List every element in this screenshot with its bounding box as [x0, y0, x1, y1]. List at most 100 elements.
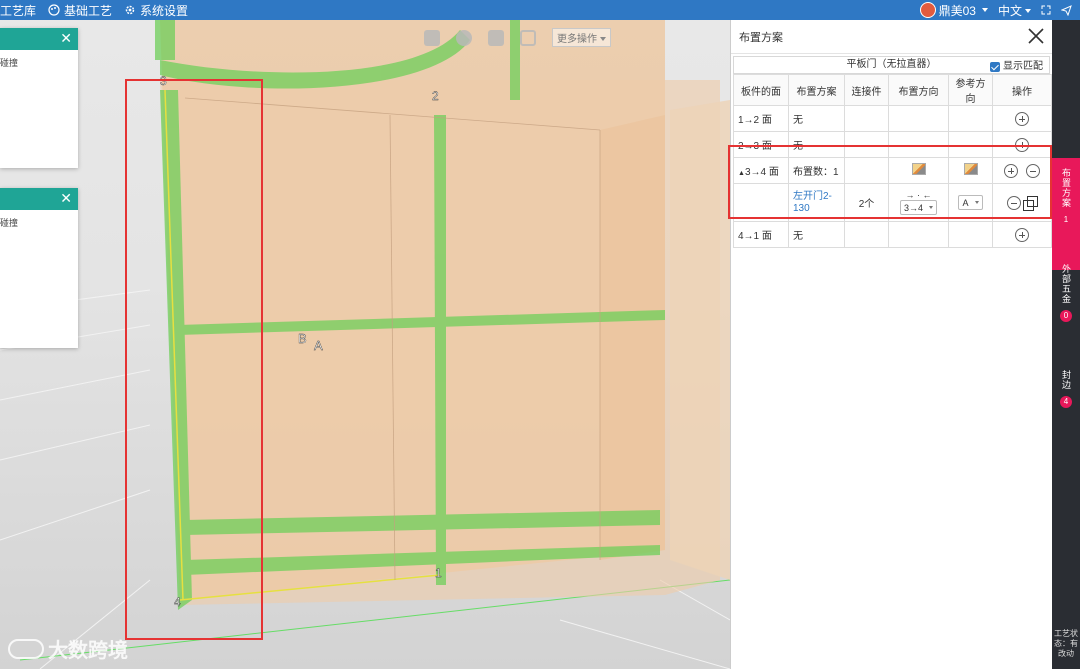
chevron-down-icon — [600, 37, 606, 42]
actions-cell — [992, 105, 1052, 132]
float-window-2-body: 碰撞 — [0, 218, 19, 228]
more-actions-label: 更多操作 — [557, 34, 597, 45]
direction-cell: → · ← 3→4 — [888, 183, 949, 222]
col-header-actions: 操作 — [992, 74, 1052, 106]
chevron-down-icon — [1025, 9, 1031, 14]
face-cell: 1→2 面 — [733, 105, 789, 132]
language-menu[interactable]: 中文 — [998, 2, 1031, 19]
remove-icon[interactable] — [1007, 195, 1021, 210]
face-cell: 2→3 面 — [733, 131, 789, 158]
close-icon[interactable]: ✕ — [60, 191, 72, 205]
tab-external-hardware-label: 外部五金 — [1061, 264, 1071, 304]
scheme-link[interactable]: 左开门2-130 — [793, 191, 832, 214]
door-type-label: 平板门（无拉直器） — [846, 59, 937, 70]
tab-layout-scheme-label: 布置方案 — [1061, 168, 1071, 208]
add-icon[interactable] — [1015, 111, 1029, 126]
nav-library-label: 工艺库 — [0, 3, 37, 18]
tab-external-hardware-count: 0 — [1060, 310, 1072, 322]
remove-icon[interactable] — [1026, 163, 1041, 178]
actions-cell — [992, 221, 1052, 248]
scheme-cell: 无 — [788, 105, 845, 132]
add-icon[interactable] — [1003, 163, 1018, 178]
face-cell[interactable]: ▲3→4 面 — [733, 157, 789, 184]
tab-layout-scheme-count: 1 — [1063, 215, 1069, 224]
vertex-label-3: 3 — [160, 74, 167, 88]
chevron-down-icon — [981, 8, 988, 12]
table-row-expanded: ▲3→4 面 布置数：1 — [733, 157, 1052, 184]
vertex-label-4: 4 — [174, 595, 181, 609]
direction-cell — [888, 131, 949, 158]
more-actions-button[interactable]: 更多操作 — [552, 28, 611, 47]
copy-icon[interactable] — [488, 29, 504, 46]
nav-basic-process[interactable]: 基础工艺 — [48, 2, 112, 19]
top-bar: 工艺库 基础工艺 系统设置 鼎美03 中文 — [0, 0, 1080, 20]
panel-title: 布置方案 — [739, 31, 783, 44]
watermark-text: 大数跨境 — [48, 640, 128, 662]
col-header-connector: 连接件 — [844, 74, 889, 106]
reference-cell — [948, 105, 993, 132]
right-door — [670, 100, 730, 580]
connector-cell — [844, 105, 889, 132]
main-nav: 工艺库 基础工艺 系统设置 — [0, 2, 200, 19]
reference-cell: A — [948, 183, 993, 222]
tab-edge-banding[interactable]: 封边 4 — [1052, 370, 1080, 420]
actions-cell — [992, 157, 1052, 184]
show-match-label: 显示匹配 — [1003, 61, 1043, 72]
vertex-label-2: 2 — [432, 89, 439, 103]
gear-icon — [125, 5, 135, 15]
direction-cell — [888, 105, 949, 132]
right-tab-rail: 布置方案 1 外部五金 0 封边 4 工艺状态：有改动 — [1052, 20, 1080, 669]
avatar — [919, 2, 936, 18]
face-label-b: B — [298, 331, 307, 346]
edit-icon[interactable] — [963, 163, 978, 175]
add-icon[interactable] — [1015, 227, 1029, 242]
top-bar-right: 鼎美03 中文 — [919, 0, 1072, 20]
float-window-1: ✕ 碰撞 — [0, 28, 78, 168]
reference-select[interactable]: A — [958, 195, 983, 210]
nav-library[interactable]: 工艺库 — [0, 2, 36, 19]
user-name: 鼎美03 — [938, 3, 976, 18]
connector-cell — [844, 221, 889, 248]
chevron-down-icon — [974, 201, 979, 204]
reference-cell — [948, 221, 993, 248]
direction-cell — [888, 221, 949, 248]
target-icon[interactable] — [456, 29, 472, 46]
tab-edge-banding-label: 封边 — [1061, 370, 1071, 390]
close-icon[interactable]: ✕ — [60, 31, 72, 45]
float-window-1-header: ✕ — [0, 28, 78, 50]
scheme-cell: 布置数：1 — [788, 157, 845, 184]
tab-edge-banding-count: 4 — [1060, 396, 1072, 408]
table-row: 2→3 面 无 — [733, 131, 1052, 158]
send-icon[interactable] — [1061, 4, 1072, 16]
collapse-triangle-icon: ▲ — [738, 170, 745, 177]
checkbox-checked-icon — [990, 62, 1000, 72]
palette-icon — [48, 4, 60, 16]
process-status: 工艺状态：有改动 — [1054, 629, 1078, 658]
show-match-toggle[interactable]: 显示匹配 — [990, 59, 1043, 75]
tab-layout-scheme[interactable]: 布置方案 1 — [1052, 158, 1080, 270]
fit-view-icon[interactable] — [520, 29, 536, 46]
actions-cell — [992, 131, 1052, 158]
col-header-scheme: 布置方案 — [788, 74, 845, 106]
connector-cell — [844, 131, 889, 158]
direction-cell — [888, 157, 949, 184]
tab-external-hardware[interactable]: 外部五金 0 — [1052, 264, 1080, 334]
fullscreen-icon[interactable] — [1041, 5, 1051, 15]
trash-icon[interactable] — [424, 29, 440, 46]
col-header-direction: 布置方向 — [888, 74, 949, 106]
close-icon[interactable] — [1026, 26, 1046, 46]
float-window-2-header: ✕ — [0, 188, 78, 210]
direction-select[interactable]: 3→4 — [899, 200, 937, 215]
copy-icon[interactable] — [1023, 196, 1038, 211]
table-header-row: 板件的面 布置方案 连接件 布置方向 参考方向 操作 — [733, 74, 1052, 106]
nav-system-settings[interactable]: 系统设置 — [124, 2, 188, 19]
face-cell: 4→1 面 — [733, 221, 789, 248]
scheme-cell: 无 — [788, 131, 845, 158]
col-header-face: 板件的面 — [733, 74, 789, 106]
user-menu[interactable]: 鼎美03 — [919, 2, 988, 19]
table-row: 1→2 面 无 — [733, 105, 1052, 132]
edit-icon[interactable] — [911, 163, 926, 175]
float-window-2: ✕ 碰撞 — [0, 188, 78, 348]
add-icon[interactable] — [1015, 137, 1029, 152]
3d-viewport[interactable]: 3 2 1 4 B A ✕ 碰撞 ✕ 碰撞 更多操作 大数跨境 — [0, 20, 730, 669]
